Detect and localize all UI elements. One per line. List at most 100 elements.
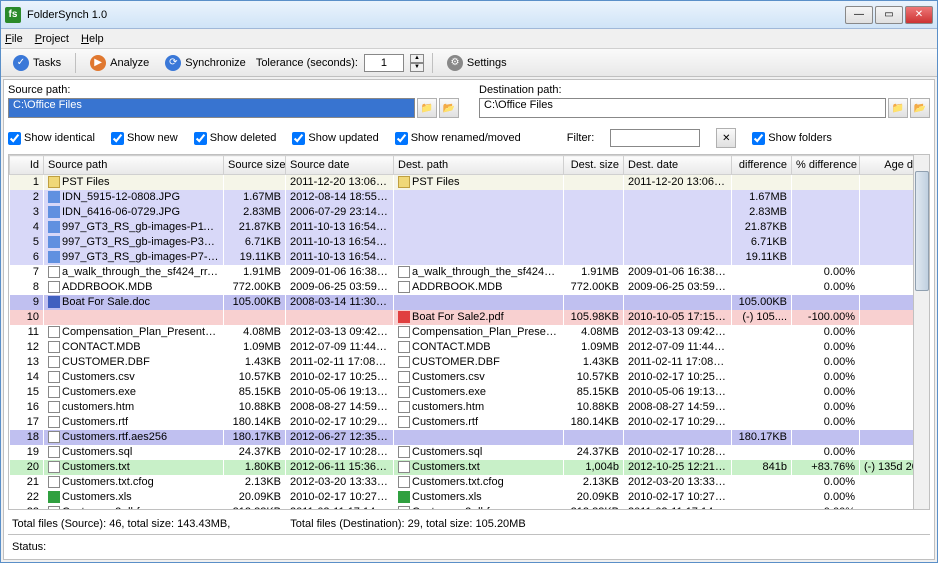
- source-path-input[interactable]: C:\Office Files: [8, 98, 415, 118]
- show-identical-checkbox[interactable]: Show identical: [8, 132, 95, 145]
- file-icon: [398, 341, 410, 353]
- totals-source: Total files (Source): 46, total size: 14…: [12, 518, 230, 530]
- file-icon: [48, 236, 60, 248]
- table-row[interactable]: 5997_GT3_RS_gb-images-P37-4.jpg6.71KB201…: [10, 235, 914, 250]
- table-row[interactable]: 6997_GT3_RS_gb-images-P7-3.jpg19.11KB201…: [10, 250, 914, 265]
- show-deleted-checkbox[interactable]: Show deleted: [194, 132, 277, 145]
- menu-help[interactable]: Help: [81, 33, 104, 45]
- col-difference[interactable]: difference: [732, 156, 792, 175]
- table-row[interactable]: 8ADDRBOOK.MDB772.00KB2009-06-25 03:59:00…: [10, 280, 914, 295]
- separator: [75, 53, 76, 73]
- table-row[interactable]: 1PST Files2011-12-20 13:06:18PST Files20…: [10, 175, 914, 191]
- table-row[interactable]: 7a_walk_through_the_sf424_rr.ppt1.91MB20…: [10, 265, 914, 280]
- tasks-button[interactable]: ✓ Tasks: [7, 53, 67, 73]
- file-icon: [398, 461, 410, 473]
- app-window: fs FolderSynch 1.0 — ▭ ✕ File Project He…: [0, 0, 938, 563]
- col-source-path[interactable]: Source path: [44, 156, 224, 175]
- file-icon: [48, 251, 60, 263]
- file-icon: [48, 206, 60, 218]
- dest-browse-button[interactable]: 📁: [888, 98, 908, 118]
- show-folders-checkbox[interactable]: Show folders: [752, 132, 832, 145]
- file-icon: [398, 446, 410, 458]
- settings-button[interactable]: ⚙ Settings: [441, 53, 513, 73]
- table-row[interactable]: 23Customers2.dbf212.88KB2011-02-11 17:14…: [10, 505, 914, 509]
- header-row: Id Source path Source size Source date D…: [10, 156, 914, 175]
- toolbar: ✓ Tasks ▶ Analyze ⟳ Synchronize Toleranc…: [1, 49, 937, 77]
- file-icon: [48, 326, 60, 338]
- file-icon: [48, 446, 60, 458]
- table-row[interactable]: 10Boat For Sale2.pdf105.98KB2010-10-05 1…: [10, 310, 914, 325]
- table-row[interactable]: 3IDN_6416-06-0729.JPG2.83MB2006-07-29 23…: [10, 205, 914, 220]
- analyze-icon: ▶: [90, 55, 106, 71]
- tasks-icon: ✓: [13, 55, 29, 71]
- col-id[interactable]: Id: [10, 156, 44, 175]
- table-row[interactable]: 12CONTACT.MDB1.09MB2012-07-09 11:44:29CO…: [10, 340, 914, 355]
- source-browse-button[interactable]: 📁: [417, 98, 437, 118]
- file-icon: [398, 386, 410, 398]
- table-row[interactable]: 18Customers.rtf.aes256180.17KB2012-06-27…: [10, 430, 914, 445]
- menu-file[interactable]: File: [5, 33, 23, 45]
- app-icon: fs: [5, 7, 21, 23]
- col-dest-path[interactable]: Dest. path: [394, 156, 564, 175]
- table-row[interactable]: 17Customers.rtf180.14KB2010-02-17 10:29:…: [10, 415, 914, 430]
- path-row: Source path: C:\Office Files 📁 📂 Destina…: [8, 84, 930, 118]
- col-pct-difference[interactable]: % difference: [792, 156, 860, 175]
- show-new-checkbox[interactable]: Show new: [111, 132, 178, 145]
- file-icon: [48, 431, 60, 443]
- table-row[interactable]: 22Customers.xls20.09KB2010-02-17 10:27:5…: [10, 490, 914, 505]
- menu-project[interactable]: Project: [35, 33, 69, 45]
- filter-clear-button[interactable]: ✕: [716, 128, 736, 148]
- vertical-scrollbar[interactable]: [913, 155, 929, 509]
- show-updated-checkbox[interactable]: Show updated: [292, 132, 378, 145]
- results-grid: Id Source path Source size Source date D…: [8, 154, 930, 510]
- maximize-button[interactable]: ▭: [875, 6, 903, 24]
- file-icon: [398, 356, 410, 368]
- table-row[interactable]: 13CUSTOMER.DBF1.43KB2011-02-11 17:08:49C…: [10, 355, 914, 370]
- table-row[interactable]: 15Customers.exe85.15KB2010-05-06 19:13:3…: [10, 385, 914, 400]
- synchronize-button[interactable]: ⟳ Synchronize: [159, 53, 252, 73]
- analyze-button[interactable]: ▶ Analyze: [84, 53, 155, 73]
- table-row[interactable]: 21Customers.txt.cfog2.13KB2012-03-20 13:…: [10, 475, 914, 490]
- file-icon: [48, 191, 60, 203]
- file-icon: [398, 326, 410, 338]
- statusbar: Status:: [8, 534, 930, 555]
- source-open-button[interactable]: 📂: [439, 98, 459, 118]
- table-row[interactable]: 11Compensation_Plan_Presentation...4.08M…: [10, 325, 914, 340]
- tolerance-up-button[interactable]: ▲: [410, 54, 424, 63]
- col-source-date[interactable]: Source date: [286, 156, 394, 175]
- table-row[interactable]: 14Customers.csv10.57KB2010-02-17 10:25:0…: [10, 370, 914, 385]
- col-dest-size[interactable]: Dest. size: [564, 156, 624, 175]
- titlebar[interactable]: fs FolderSynch 1.0 — ▭ ✕: [1, 1, 937, 29]
- filter-input[interactable]: [610, 129, 700, 147]
- dest-path-input[interactable]: C:\Office Files: [479, 98, 886, 118]
- dest-open-button[interactable]: 📂: [910, 98, 930, 118]
- tolerance-input[interactable]: [364, 54, 404, 72]
- scrollbar-thumb[interactable]: [915, 171, 929, 291]
- table-row[interactable]: 9Boat For Sale.doc105.00KB2008-03-14 11:…: [10, 295, 914, 310]
- table-row[interactable]: 16customers.htm10.88KB2008-08-27 14:59:2…: [10, 400, 914, 415]
- table-row[interactable]: 4997_GT3_RS_gb-images-P11-2.jpg21.87KB20…: [10, 220, 914, 235]
- tolerance-down-button[interactable]: ▼: [410, 63, 424, 72]
- close-button[interactable]: ✕: [905, 6, 933, 24]
- source-path-label: Source path:: [8, 84, 459, 96]
- filter-label: Filter:: [567, 132, 595, 144]
- col-age-difference[interactable]: Age difference: [860, 156, 914, 175]
- file-icon: [398, 281, 410, 293]
- file-icon: [48, 461, 60, 473]
- tolerance-label: Tolerance (seconds):: [256, 57, 358, 69]
- col-source-size[interactable]: Source size: [224, 156, 286, 175]
- minimize-button[interactable]: —: [845, 6, 873, 24]
- file-icon: [48, 476, 60, 488]
- file-icon: [48, 341, 60, 353]
- table-row[interactable]: 2IDN_5915-12-0808.JPG1.67MB2012-08-14 18…: [10, 190, 914, 205]
- file-icon: [48, 356, 60, 368]
- file-icon: [48, 491, 60, 503]
- sync-icon: ⟳: [165, 55, 181, 71]
- show-renamed-checkbox[interactable]: Show renamed/moved: [395, 132, 521, 145]
- table-row[interactable]: 20Customers.txt1.80KB2012-06-11 15:36:02…: [10, 460, 914, 475]
- analyze-label: Analyze: [110, 57, 149, 69]
- totals-dest: Total files (Destination): 29, total siz…: [290, 518, 525, 530]
- grid-scroll[interactable]: Id Source path Source size Source date D…: [9, 155, 913, 509]
- table-row[interactable]: 19Customers.sql24.37KB2010-02-17 10:28:1…: [10, 445, 914, 460]
- col-dest-date[interactable]: Dest. date: [624, 156, 732, 175]
